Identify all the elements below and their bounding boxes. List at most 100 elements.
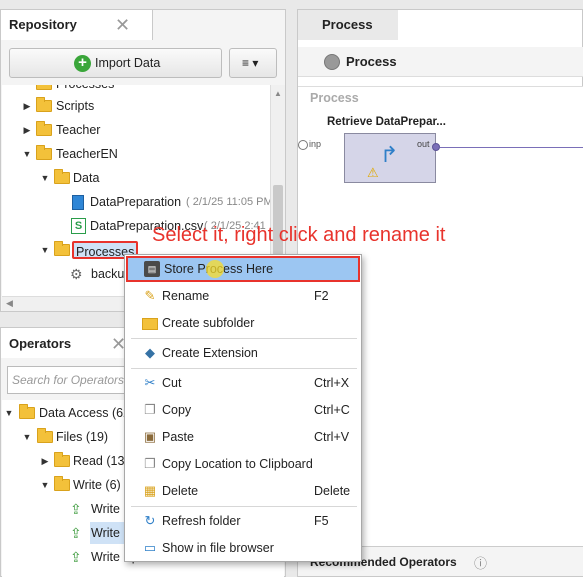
tree-label: Data Access (62 [39, 406, 131, 420]
menu-shortcut: F5 [314, 514, 329, 528]
folder-icon [54, 241, 70, 256]
folder-icon [36, 121, 52, 136]
close-icon[interactable]: ✕ [115, 16, 130, 34]
tree-label: Files (19) [56, 430, 109, 444]
scissors-icon: ✂ [144, 375, 156, 390]
tree-label: Scripts [56, 99, 95, 113]
copy-location-icon: ❐ [144, 456, 156, 471]
save-icon: ▤ [144, 261, 160, 277]
cursor-highlight [206, 260, 224, 278]
breadcrumb[interactable]: Process [346, 54, 397, 69]
tree-row-teacher[interactable]: ▶ Teacher [2, 119, 270, 141]
operators-tab[interactable]: Operators ✕ [1, 328, 131, 358]
menu-item-create-extension[interactable]: ◆ Create Extension [126, 340, 360, 366]
menu-label: Paste [162, 430, 194, 444]
import-data-button[interactable]: + Import Data [9, 48, 222, 78]
menu-separator [131, 368, 357, 369]
menu-item-delete[interactable]: ▦ Delete Delete [126, 478, 360, 504]
folder-icon [19, 404, 35, 419]
menu-item-copy-location[interactable]: ❐ Copy Location to Clipboard [126, 451, 360, 477]
menu-label: Create Extension [162, 346, 258, 360]
folder-icon [36, 97, 52, 112]
folder-icon [37, 428, 53, 443]
refresh-icon: ↻ [144, 513, 156, 528]
operator-name: Retrieve DataPrepar... [327, 116, 446, 128]
menu-item-show-file-browser[interactable]: ▭ Show in file browser [126, 535, 360, 561]
menu-label: Copy [162, 403, 192, 417]
process-tab[interactable]: Process [298, 10, 398, 40]
menu-separator [131, 338, 357, 339]
repository-menu-button[interactable]: ≡ ▾ [229, 48, 277, 78]
scroll-up-icon[interactable]: ▲ [274, 89, 282, 98]
rename-icon: ✎ [144, 288, 156, 303]
menu-shortcut: Delete [314, 484, 351, 498]
menu-item-copy[interactable]: ❐ Copy Ctrl+C [126, 397, 360, 423]
collapse-arrow-icon[interactable]: ▼ [22, 426, 32, 448]
file-browser-icon: ▭ [143, 540, 157, 555]
canvas-label: Process [310, 91, 359, 105]
copy-icon: ❐ [144, 402, 156, 417]
menu-label: Delete [162, 484, 199, 498]
import-data-label: Import Data [95, 56, 161, 70]
collapse-arrow-icon[interactable]: ▼ [4, 402, 14, 424]
collapse-arrow-icon[interactable]: ▼ [22, 143, 32, 165]
menu-shortcut: Ctrl+C [314, 403, 350, 417]
process-gear-icon: ⚙ [70, 266, 83, 282]
menu-item-create-subfolder[interactable]: Create subfolder [126, 310, 360, 336]
tree-row-scripts[interactable]: ▶ Scripts [2, 95, 270, 117]
retrieve-operator[interactable]: ↱ ⚠ out [344, 133, 436, 183]
menu-label: Cut [162, 376, 182, 390]
tutorial-annotation: Select it, right click and rename it [152, 224, 446, 246]
menu-item-rename[interactable]: ✎ Rename F2 [126, 283, 360, 309]
output-port-label: out [417, 139, 430, 149]
process-breadcrumb-bar: Process [298, 47, 583, 77]
output-port[interactable] [432, 143, 440, 151]
tree-label: Data [73, 171, 100, 185]
menu-shortcut: Ctrl+X [314, 376, 350, 390]
python-icon: ◆ [145, 345, 155, 360]
expand-arrow-icon[interactable]: ▶ [22, 119, 32, 141]
collapse-arrow-icon[interactable]: ▼ [40, 239, 50, 261]
collapse-arrow-icon[interactable]: ▼ [40, 474, 50, 496]
data-table-icon [72, 195, 84, 210]
menu-label: Show in file browser [162, 541, 274, 555]
input-port[interactable] [298, 140, 308, 150]
write-operator-icon: ⇪ [70, 549, 82, 565]
tree-label: Teacher [56, 123, 101, 137]
operators-title: Operators [9, 336, 72, 351]
expand-arrow-icon[interactable]: ▶ [40, 450, 50, 472]
folder-icon [54, 169, 70, 184]
tree-row-partial[interactable]: Processes [2, 85, 270, 95]
menu-item-paste[interactable]: ▣ Paste Ctrl+V [126, 424, 360, 450]
expand-arrow-icon[interactable]: ▶ [22, 95, 32, 117]
tree-row-teacheren[interactable]: ▼ TeacherEN [2, 143, 270, 165]
retrieve-arrow-icon: ↱ [380, 142, 399, 167]
hamburger-menu-icon: ≡ ▾ [242, 56, 259, 70]
tree-row-data[interactable]: ▼ Data [2, 167, 270, 189]
connection-line [440, 147, 583, 148]
menu-item-store-process[interactable]: ▤ Store Process Here [126, 256, 360, 282]
new-folder-icon [142, 318, 158, 330]
menu-item-cut[interactable]: ✂ Cut Ctrl+X [126, 370, 360, 396]
menu-separator [131, 506, 357, 507]
warning-icon: ⚠ [367, 165, 379, 180]
folder-icon [54, 452, 70, 467]
tree-row-datapreparation[interactable]: DataPreparation ( 2/1/25 11:05 PM [2, 191, 270, 213]
tree-label: Processes [56, 85, 114, 95]
scroll-left-icon[interactable]: ◀ [6, 298, 13, 309]
menu-label: Refresh folder [162, 514, 241, 528]
info-icon[interactable]: ⓘ [474, 553, 487, 572]
tree-label: Read (13 [73, 454, 125, 468]
menu-item-refresh[interactable]: ↻ Refresh folder F5 [126, 508, 360, 534]
operator-search-input[interactable]: Search for Operators [7, 366, 127, 394]
repository-tab[interactable]: Repository ✕ [1, 10, 153, 40]
context-menu: ▤ Store Process Here ✎ Rename F2 Create … [124, 254, 362, 562]
menu-label: Copy Location to Clipboard [162, 457, 313, 471]
folder-icon [36, 145, 52, 160]
folder-icon [36, 85, 52, 90]
tree-label: DataPreparation [90, 195, 182, 209]
collapse-arrow-icon[interactable]: ▼ [40, 167, 50, 189]
input-port-label: inp [309, 139, 322, 149]
menu-label: Create subfolder [162, 316, 255, 330]
folder-icon [54, 476, 70, 491]
